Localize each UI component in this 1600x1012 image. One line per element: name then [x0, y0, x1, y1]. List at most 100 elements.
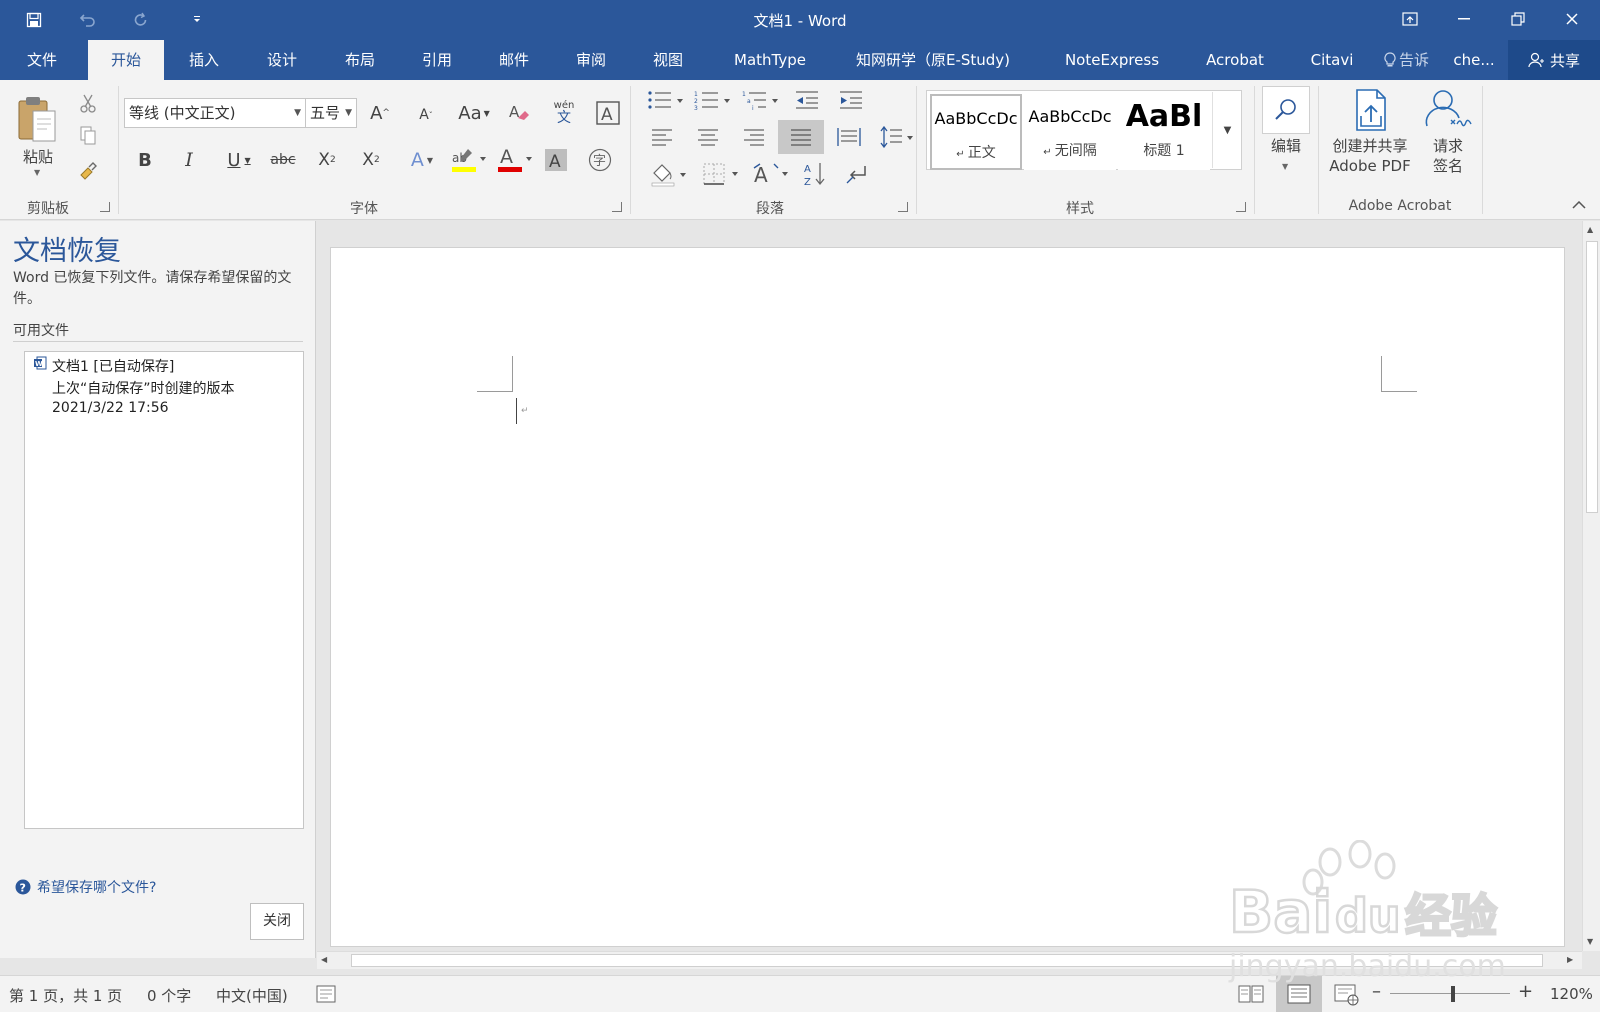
styles-more-icon[interactable]: ▼: [1212, 92, 1242, 168]
character-border-icon[interactable]: A: [594, 98, 622, 128]
tab-review[interactable]: 审阅: [561, 40, 621, 80]
tab-references[interactable]: 引用: [407, 40, 467, 80]
clear-formatting-icon[interactable]: A: [505, 98, 533, 128]
change-case-icon[interactable]: Aa ▼: [456, 98, 492, 128]
character-shading-icon[interactable]: A: [542, 146, 570, 174]
scroll-left-icon[interactable]: ◀: [321, 955, 327, 964]
style-heading-1[interactable]: AaBl 标题 1: [1118, 94, 1210, 170]
close-button[interactable]: 关闭: [250, 903, 304, 940]
tab-acrobat[interactable]: Acrobat: [1196, 40, 1274, 80]
zoom-in-icon[interactable]: +: [1518, 981, 1533, 1002]
scroll-down-icon[interactable]: ▼: [1587, 937, 1593, 946]
enclose-characters-icon[interactable]: 字: [584, 144, 616, 176]
help-link[interactable]: ? 希望保存哪个文件?: [15, 877, 156, 897]
editing-dropdown-icon[interactable]: ▼: [1282, 162, 1288, 171]
bullets-icon[interactable]: [646, 88, 686, 112]
justify-icon[interactable]: [778, 120, 824, 154]
tell-me-box[interactable]: 告诉: [1384, 40, 1442, 80]
zoom-slider-thumb[interactable]: [1451, 986, 1455, 1002]
tab-e-study[interactable]: 知网研学（原E-Study): [844, 40, 1022, 80]
save-icon[interactable]: [21, 8, 47, 32]
tab-noteexpress[interactable]: NoteExpress: [1056, 40, 1168, 80]
recovered-file-item[interactable]: 文档1 [已自动保存] 上次“自动保存”时创建的版本 2021/3/22 17:…: [25, 352, 303, 420]
share-button[interactable]: 共享: [1508, 40, 1600, 80]
zoom-slider[interactable]: [1390, 993, 1510, 994]
superscript-icon[interactable]: X2: [358, 146, 384, 174]
cut-icon[interactable]: [76, 92, 100, 114]
clipboard-launcher-icon[interactable]: [100, 202, 110, 212]
italic-icon[interactable]: I: [176, 146, 202, 174]
borders-icon[interactable]: [700, 160, 744, 188]
align-left-icon[interactable]: [648, 124, 676, 150]
underline-icon[interactable]: U ▼: [220, 146, 258, 174]
paste-dropdown-icon[interactable]: ▼: [34, 168, 40, 177]
align-center-icon[interactable]: [694, 124, 722, 150]
tab-design[interactable]: 设计: [252, 40, 312, 80]
restore-icon[interactable]: [1491, 0, 1545, 38]
read-mode-icon[interactable]: [1238, 984, 1264, 1008]
numbering-icon[interactable]: 123: [692, 88, 734, 112]
tab-layout[interactable]: 布局: [330, 40, 390, 80]
document-page[interactable]: ↵: [330, 247, 1565, 947]
sort-icon[interactable]: AZ: [800, 160, 830, 188]
horizontal-scrollbar[interactable]: ◀ ▶: [317, 951, 1582, 969]
web-layout-icon[interactable]: [1334, 984, 1360, 1010]
scroll-up-icon[interactable]: ▲: [1587, 225, 1593, 234]
font-launcher-icon[interactable]: [612, 202, 622, 212]
create-share-pdf-icon[interactable]: [1348, 86, 1394, 134]
align-right-icon[interactable]: [740, 124, 768, 150]
request-signature-label[interactable]: 请求 签名: [1422, 136, 1474, 176]
distributed-icon[interactable]: [834, 124, 864, 150]
shrink-font-icon[interactable]: Aˇ: [412, 100, 440, 130]
paste-label[interactable]: 粘贴: [18, 146, 58, 167]
ribbon-display-options-icon[interactable]: [1383, 0, 1437, 38]
language[interactable]: 中文(中国): [216, 985, 288, 1006]
close-window-icon[interactable]: [1545, 0, 1599, 38]
vertical-scroll-thumb[interactable]: [1586, 241, 1598, 513]
grow-font-icon[interactable]: A ^: [366, 98, 394, 128]
zoom-out-icon[interactable]: –: [1372, 981, 1381, 1002]
collapse-ribbon-icon[interactable]: [1568, 196, 1590, 214]
bold-icon[interactable]: B: [132, 146, 158, 174]
shading-icon[interactable]: [648, 160, 692, 188]
increase-indent-icon[interactable]: [836, 88, 866, 112]
line-spacing-icon[interactable]: [878, 124, 916, 150]
user-account[interactable]: che...: [1446, 40, 1502, 80]
scroll-right-icon[interactable]: ▶: [1567, 955, 1573, 964]
horizontal-scroll-thumb[interactable]: [351, 954, 1543, 967]
show-marks-icon[interactable]: [842, 160, 872, 188]
font-size-combo[interactable]: 五号 ▼: [305, 98, 357, 128]
text-effects-icon[interactable]: A ▼: [404, 146, 440, 174]
minimize-icon[interactable]: [1437, 0, 1491, 38]
zoom-level[interactable]: 120%: [1550, 985, 1593, 1003]
macro-record-icon[interactable]: [316, 985, 336, 1007]
paragraph-launcher-icon[interactable]: [898, 202, 908, 212]
customize-qat-icon[interactable]: [184, 8, 210, 32]
style-no-spacing[interactable]: AaBbCcDc ↵ 无间隔: [1024, 94, 1116, 170]
print-layout-icon[interactable]: [1276, 976, 1322, 1012]
strikethrough-icon[interactable]: abc: [268, 146, 298, 174]
tab-mailings[interactable]: 邮件: [484, 40, 544, 80]
highlight-color-icon[interactable]: ab: [448, 144, 488, 176]
tab-mathtype[interactable]: MathType: [722, 40, 818, 80]
undo-icon[interactable]: [75, 8, 101, 32]
tab-citavi[interactable]: Citavi: [1300, 40, 1364, 80]
font-color-icon[interactable]: A: [494, 144, 534, 176]
word-count[interactable]: 0 个字: [147, 985, 191, 1006]
styles-launcher-icon[interactable]: [1236, 202, 1246, 212]
multilevel-list-icon[interactable]: 1ai: [740, 88, 782, 112]
tab-view[interactable]: 视图: [638, 40, 698, 80]
redo-icon[interactable]: [128, 8, 154, 32]
decrease-indent-icon[interactable]: [792, 88, 822, 112]
style-normal[interactable]: AaBbCcDc ↵ 正文: [930, 94, 1022, 170]
font-name-combo[interactable]: 等线 (中文正文) ▼: [124, 98, 306, 128]
request-signature-icon[interactable]: [1422, 86, 1474, 134]
editing-label[interactable]: 编辑: [1262, 136, 1310, 156]
tab-home[interactable]: 开始: [88, 40, 164, 80]
subscript-icon[interactable]: X2: [314, 146, 340, 174]
asian-layout-icon[interactable]: A: [750, 160, 792, 188]
find-icon[interactable]: [1262, 86, 1310, 134]
phonetic-guide-icon[interactable]: wén 文: [548, 94, 580, 130]
tab-file[interactable]: 文件: [12, 40, 72, 80]
vertical-scrollbar[interactable]: ▲ ▼: [1582, 221, 1600, 951]
